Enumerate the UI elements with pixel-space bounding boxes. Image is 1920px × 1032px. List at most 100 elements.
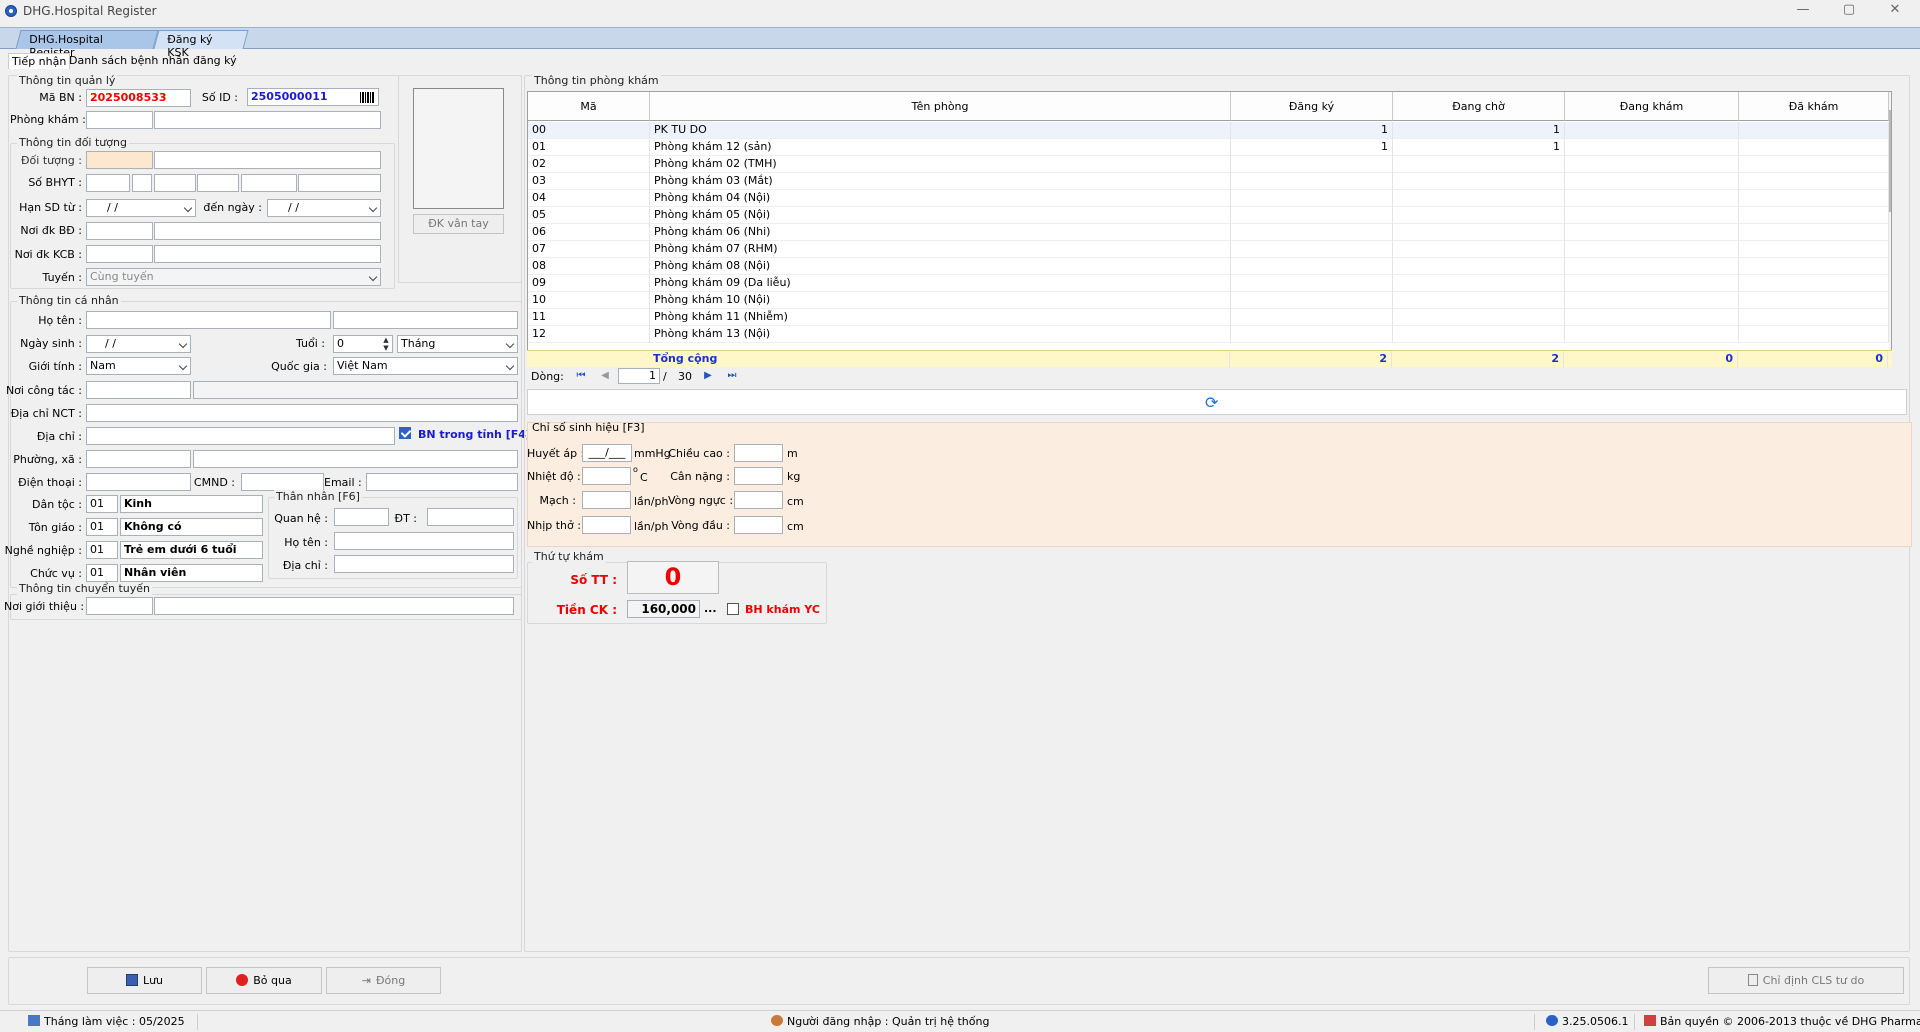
- save-button[interactable]: Lưu: [87, 967, 202, 994]
- dien-thoai-field[interactable]: [86, 473, 191, 491]
- table-row[interactable]: 06 Phòng khám 06 (Nhi): [528, 224, 1891, 241]
- nhiet-do-field[interactable]: [582, 467, 631, 485]
- chieu-cao-field[interactable]: [734, 444, 783, 462]
- noi-dk-kcb-name-field[interactable]: [154, 245, 381, 263]
- col-dang-ky[interactable]: Đăng ký: [1231, 92, 1393, 121]
- col-ma[interactable]: Mã: [528, 92, 650, 121]
- fingerprint-button[interactable]: ĐK vân tay: [413, 214, 504, 234]
- table-row[interactable]: 10 Phòng khám 10 (Nội): [528, 292, 1891, 309]
- huyet-ap-field[interactable]: ___/___: [582, 444, 632, 462]
- noi-gioi-thieu-code-field[interactable]: [86, 597, 153, 615]
- bh-kham-yc-label[interactable]: BH khám YC: [745, 603, 820, 616]
- tien-ck-field[interactable]: 160,000: [627, 600, 700, 618]
- table-row[interactable]: 12 Phòng khám 13 (Nội): [528, 326, 1891, 343]
- minimize-button[interactable]: —: [1780, 0, 1826, 22]
- bhyt-part-3[interactable]: [154, 174, 196, 192]
- vong-dau-field[interactable]: [734, 516, 783, 534]
- table-row[interactable]: 04 Phòng khám 04 (Nội): [528, 190, 1891, 207]
- tuoi-unit-select[interactable]: Tháng: [397, 335, 518, 353]
- dan-toc-code-field[interactable]: 01: [86, 495, 118, 513]
- tuyen-select[interactable]: Cùng tuyến: [86, 268, 381, 286]
- than-nhan-dt-field[interactable]: [427, 508, 514, 526]
- table-row[interactable]: 05 Phòng khám 05 (Nội): [528, 207, 1891, 224]
- bhyt-part-2[interactable]: [132, 174, 152, 192]
- col-dang-cho[interactable]: Đang chờ: [1393, 92, 1565, 121]
- ngay-sinh-picker[interactable]: / /: [86, 335, 191, 353]
- doi-tuong-name-field[interactable]: [154, 151, 381, 169]
- bhyt-part-5[interactable]: [241, 174, 297, 192]
- bhyt-part-4[interactable]: [197, 174, 239, 192]
- table-row[interactable]: 00 PK TU DO 1 1: [528, 122, 1891, 139]
- noi-dk-bd-code-field[interactable]: [86, 222, 153, 240]
- dia-chi-field[interactable]: [86, 427, 395, 445]
- barcode-icon[interactable]: [360, 92, 375, 103]
- phong-kham-name-field[interactable]: [154, 111, 381, 129]
- phuong-xa-code-field[interactable]: [86, 450, 191, 468]
- nghe-nghiep-name-field[interactable]: Trẻ em dưới 6 tuổi: [120, 541, 263, 559]
- tab-dang-ky-ksk[interactable]: Đăng ký KSK: [153, 30, 249, 59]
- patient-photo[interactable]: [413, 88, 504, 209]
- than-nhan-ho-ten-field[interactable]: [334, 532, 514, 550]
- dan-toc-name-field[interactable]: Kinh: [120, 495, 263, 513]
- noi-gioi-thieu-name-field[interactable]: [154, 597, 514, 615]
- close-button[interactable]: ✕: [1872, 0, 1918, 22]
- close-form-button[interactable]: ⇥ Đóng: [326, 967, 441, 994]
- cmnd-field[interactable]: [241, 473, 324, 491]
- grid-scrollbar-thumb[interactable]: [1889, 110, 1891, 212]
- nav-next-icon[interactable]: ▶: [700, 368, 716, 384]
- ma-bn-field[interactable]: 2025008533: [86, 89, 191, 107]
- can-nang-field[interactable]: [734, 467, 783, 485]
- han-sd-to-picker[interactable]: / /: [267, 199, 381, 217]
- cancel-button[interactable]: Bỏ qua: [206, 967, 322, 994]
- nghe-nghiep-code-field[interactable]: 01: [86, 541, 118, 559]
- nav-first-icon[interactable]: ⏮: [573, 368, 589, 384]
- gioi-tinh-select[interactable]: Nam: [86, 357, 191, 375]
- nav-prev-icon[interactable]: ◀: [597, 368, 613, 384]
- table-row[interactable]: 09 Phòng khám 09 (Da liễu): [528, 275, 1891, 292]
- col-da-kham[interactable]: Đã khám: [1739, 92, 1889, 121]
- tuoi-spin-icon[interactable]: ▲ ▼: [380, 336, 392, 352]
- bh-kham-yc-checkbox[interactable]: [727, 603, 739, 615]
- table-row[interactable]: 11 Phòng khám 11 (Nhiễm): [528, 309, 1891, 326]
- ton-giao-name-field[interactable]: Không có: [120, 518, 263, 536]
- tab-danh-sach-benh-nhan[interactable]: Danh sách bệnh nhân đăng ký: [66, 53, 240, 68]
- tien-ck-more-button[interactable]: ...: [704, 602, 717, 615]
- maximize-button[interactable]: ▢: [1826, 0, 1872, 22]
- nav-current-field[interactable]: 1: [618, 368, 660, 384]
- refresh-icon[interactable]: ⟳: [1205, 393, 1218, 412]
- ton-giao-code-field[interactable]: 01: [86, 518, 118, 536]
- col-ten-phong[interactable]: Tên phòng: [650, 92, 1231, 121]
- chi-dinh-cls-button[interactable]: Chỉ định CLS tư do: [1708, 967, 1904, 994]
- tab-tiep-nhan[interactable]: Tiếp nhận: [8, 53, 71, 69]
- nav-last-icon[interactable]: ⏭: [724, 368, 740, 384]
- phuong-xa-name-field[interactable]: [193, 450, 518, 468]
- bn-trong-tinh-label[interactable]: BN trong tỉnh [F4]: [418, 428, 531, 441]
- chuc-vu-code-field[interactable]: 01: [86, 564, 118, 582]
- quan-he-field[interactable]: [334, 508, 389, 526]
- table-row[interactable]: 01 Phòng khám 12 (sản) 1 1: [528, 139, 1891, 156]
- dia-chi-nct-field[interactable]: [86, 404, 518, 422]
- email-field[interactable]: [366, 473, 518, 491]
- bn-trong-tinh-checkbox[interactable]: [399, 427, 411, 439]
- col-dang-kham[interactable]: Đang khám: [1565, 92, 1739, 121]
- mach-field[interactable]: [582, 491, 631, 509]
- ho-ten-extra-field[interactable]: [333, 311, 518, 329]
- bhyt-part-6[interactable]: [298, 174, 381, 192]
- noi-dk-kcb-code-field[interactable]: [86, 245, 153, 263]
- table-row[interactable]: 02 Phòng khám 02 (TMH): [528, 156, 1891, 173]
- ho-ten-field[interactable]: [86, 311, 331, 329]
- table-row[interactable]: 08 Phòng khám 08 (Nội): [528, 258, 1891, 275]
- than-nhan-dia-chi-field[interactable]: [334, 555, 514, 573]
- han-sd-from-picker[interactable]: / /: [86, 199, 196, 217]
- noi-dk-bd-name-field[interactable]: [154, 222, 381, 240]
- phong-kham-code-field[interactable]: [86, 111, 153, 129]
- quoc-gia-select[interactable]: Việt Nam: [333, 357, 518, 375]
- table-row[interactable]: 07 Phòng khám 07 (RHM): [528, 241, 1891, 258]
- bhyt-part-1[interactable]: [86, 174, 130, 192]
- chuc-vu-name-field[interactable]: Nhân viên: [120, 564, 263, 582]
- vong-nguc-field[interactable]: [734, 491, 783, 509]
- tab-hospital-register[interactable]: DHG.Hospital Register: [15, 30, 159, 59]
- nhip-tho-field[interactable]: [582, 516, 631, 534]
- noi-cong-tac-code-field[interactable]: [86, 381, 191, 399]
- noi-cong-tac-name-field[interactable]: [193, 381, 518, 399]
